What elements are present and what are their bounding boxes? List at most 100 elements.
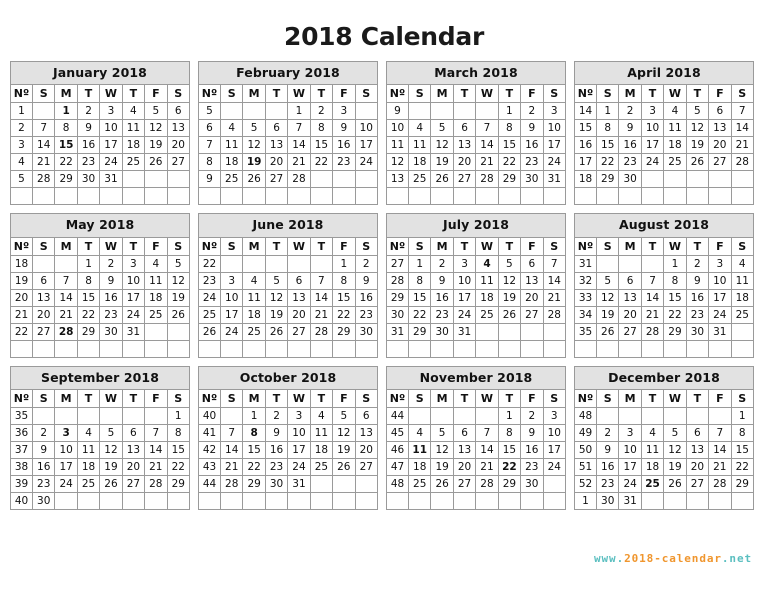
day-cell[interactable]: 23 (595, 475, 620, 494)
day-cell[interactable]: 19 (685, 136, 710, 155)
day-cell[interactable]: 16 (520, 441, 544, 460)
day-cell[interactable]: 1 (497, 407, 522, 426)
day-cell[interactable]: 3 (542, 407, 567, 426)
day-cell[interactable]: 27 (354, 458, 379, 477)
day-cell[interactable]: 16 (520, 136, 544, 155)
day-cell[interactable]: 20 (685, 458, 710, 477)
day-cell[interactable]: 23 (430, 305, 454, 324)
day-cell[interactable]: 15 (497, 441, 522, 460)
day-cell[interactable]: 15 (497, 136, 522, 155)
day-cell[interactable]: 16 (31, 458, 56, 477)
day-cell[interactable]: 13 (708, 119, 732, 138)
day-cell[interactable]: 23 (332, 153, 356, 172)
day-cell[interactable]: 12 (332, 424, 356, 443)
day-cell[interactable]: 15 (242, 441, 266, 460)
day-cell[interactable]: 17 (354, 136, 379, 155)
day-cell[interactable]: 23 (618, 153, 642, 172)
day-cell[interactable]: 28 (475, 170, 499, 189)
day-cell[interactable]: 22 (166, 458, 191, 477)
day-cell[interactable]: 12 (663, 441, 687, 460)
day-cell[interactable]: 27 (452, 170, 477, 189)
day-cell[interactable]: 5 (166, 254, 191, 273)
day-cell[interactable]: 17 (640, 136, 665, 155)
day-cell[interactable]: 2 (595, 424, 620, 443)
day-cell[interactable]: 6 (452, 424, 477, 443)
day-cell[interactable]: 25 (407, 170, 432, 189)
day-cell[interactable]: 9 (685, 271, 710, 290)
day-cell[interactable]: 28 (542, 305, 567, 324)
day-cell[interactable]: 13 (452, 441, 477, 460)
day-cell[interactable]: 9 (520, 424, 544, 443)
day-cell[interactable]: 5 (685, 102, 710, 121)
day-cell[interactable]: 14 (475, 441, 499, 460)
day-cell[interactable]: 24 (121, 305, 146, 324)
day-cell[interactable]: 26 (144, 153, 168, 172)
day-cell[interactable]: 12 (595, 288, 620, 307)
day-cell[interactable]: 11 (76, 441, 101, 460)
day-cell[interactable]: 10 (452, 271, 477, 290)
day-cell[interactable]: 5 (663, 424, 687, 443)
day-cell[interactable]: 26 (264, 322, 289, 341)
day-cell[interactable]: 17 (219, 305, 244, 324)
day-cell[interactable]: 18 (144, 288, 168, 307)
day-cell[interactable]: 14 (309, 288, 334, 307)
day-cell[interactable]: 7 (542, 254, 567, 273)
day-cell[interactable]: 25 (640, 475, 665, 494)
day-cell[interactable]: 8 (497, 119, 522, 138)
day-cell[interactable]: 1 (407, 254, 432, 273)
day-cell[interactable]: 2 (264, 407, 289, 426)
day-cell[interactable]: 28 (287, 170, 311, 189)
day-cell[interactable]: 4 (407, 424, 432, 443)
day-cell[interactable]: 31 (618, 492, 642, 511)
day-cell[interactable]: 21 (31, 153, 56, 172)
day-cell[interactable]: 13 (121, 441, 146, 460)
day-cell[interactable]: 27 (520, 305, 544, 324)
day-cell[interactable]: 24 (54, 475, 78, 494)
day-cell[interactable]: 11 (407, 441, 432, 460)
day-cell[interactable]: 24 (452, 305, 477, 324)
day-cell[interactable]: 11 (663, 119, 687, 138)
day-cell[interactable]: 26 (497, 305, 522, 324)
day-cell[interactable]: 3 (287, 407, 311, 426)
day-cell[interactable]: 29 (242, 475, 266, 494)
day-cell[interactable]: 8 (332, 271, 356, 290)
day-cell[interactable]: 23 (31, 475, 56, 494)
day-cell[interactable]: 22 (730, 458, 755, 477)
day-cell[interactable]: 12 (99, 441, 123, 460)
day-cell[interactable]: 8 (497, 424, 522, 443)
day-cell[interactable]: 5 (497, 254, 522, 273)
day-cell[interactable]: 4 (475, 254, 499, 273)
day-cell[interactable]: 15 (332, 288, 356, 307)
day-cell[interactable]: 19 (242, 153, 266, 172)
day-cell[interactable]: 29 (497, 170, 522, 189)
day-cell[interactable]: 29 (730, 475, 755, 494)
day-cell[interactable]: 10 (708, 271, 732, 290)
day-cell[interactable]: 3 (219, 271, 244, 290)
day-cell[interactable]: 16 (618, 136, 642, 155)
day-cell[interactable]: 17 (287, 441, 311, 460)
day-cell[interactable]: 21 (640, 305, 665, 324)
day-cell[interactable]: 4 (730, 254, 755, 273)
day-cell[interactable]: 1 (76, 254, 101, 273)
day-cell[interactable]: 27 (618, 322, 642, 341)
day-cell[interactable]: 5 (430, 424, 454, 443)
day-cell[interactable]: 25 (730, 305, 755, 324)
day-cell[interactable]: 26 (685, 153, 710, 172)
day-cell[interactable]: 16 (685, 288, 710, 307)
day-cell[interactable]: 6 (708, 102, 732, 121)
day-cell[interactable]: 10 (354, 119, 379, 138)
day-cell[interactable]: 6 (287, 271, 311, 290)
day-cell[interactable]: 4 (309, 407, 334, 426)
day-cell[interactable]: 18 (663, 136, 687, 155)
day-cell[interactable]: 2 (309, 102, 334, 121)
day-cell[interactable]: 3 (452, 254, 477, 273)
day-cell[interactable]: 12 (685, 119, 710, 138)
day-cell[interactable]: 16 (264, 441, 289, 460)
day-cell[interactable]: 28 (475, 475, 499, 494)
day-cell[interactable]: 6 (520, 254, 544, 273)
day-cell[interactable]: 13 (264, 136, 289, 155)
day-cell[interactable]: 1 (663, 254, 687, 273)
day-cell[interactable]: 18 (76, 458, 101, 477)
day-cell[interactable]: 19 (264, 305, 289, 324)
day-cell[interactable]: 28 (309, 322, 334, 341)
